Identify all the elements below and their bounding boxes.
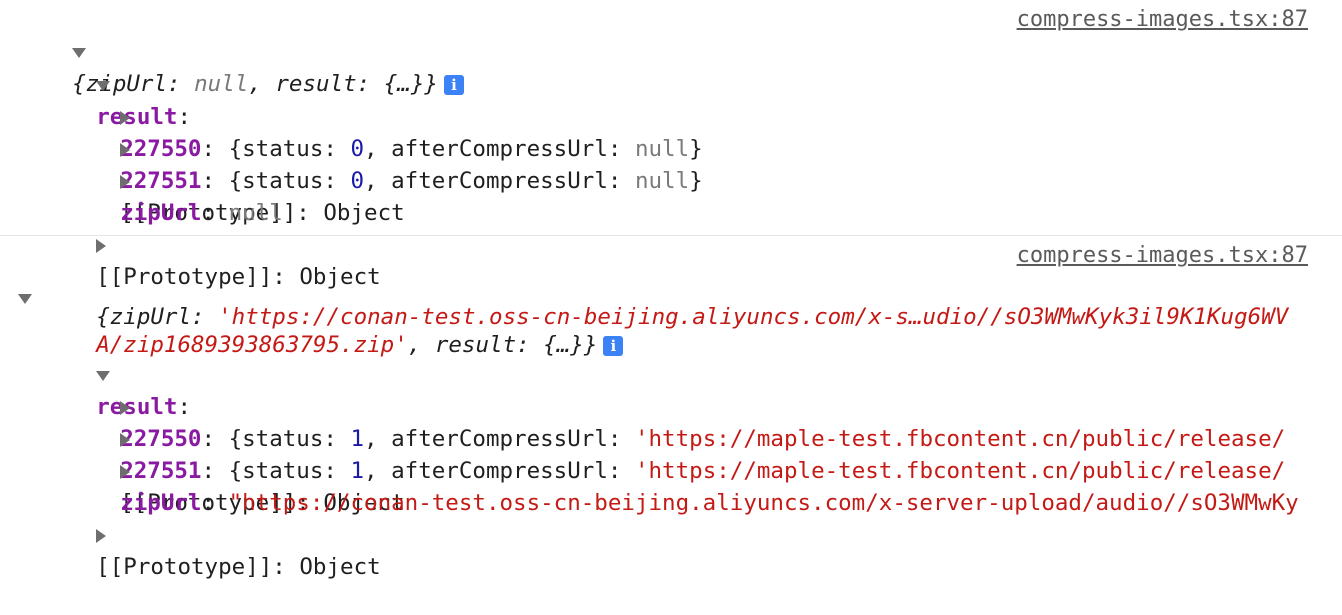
- result-row[interactable]: result:: [42, 327, 191, 420]
- prototype-row[interactable]: [[Prototype]]: Object: [42, 197, 381, 290]
- info-icon[interactable]: i: [603, 335, 624, 356]
- entry-summary-line2[interactable]: A/zip1689393863795.zip', result: {…}} i: [42, 297, 624, 358]
- source-link[interactable]: compress-images.tsx:87: [1017, 4, 1308, 36]
- prototype-row[interactable]: [[Prototype]]: Object: [42, 487, 381, 580]
- entry-divider: [0, 235, 1342, 236]
- zipurl-row: zipUrl: null: [120, 200, 283, 226]
- triangle-right-icon[interactable]: [96, 238, 107, 253]
- prototype-row[interactable]: [[Prototype]]: Object: [66, 423, 405, 516]
- prototype-row[interactable]: [[Prototype]]: Object: [66, 133, 405, 226]
- zipurl-row: zipUrl: "https://conan-test.oss-cn-beiji…: [120, 490, 1299, 516]
- result-item-row[interactable]: 227551: {status: 0, afterCompressUrl: nu…: [66, 101, 703, 194]
- result-item-row[interactable]: 227550: {status: 0, afterCompressUrl: nu…: [66, 69, 703, 162]
- triangle-right-icon[interactable]: [96, 528, 107, 543]
- result-item-row[interactable]: 227551: {status: 1, afterCompressUrl: 'h…: [66, 391, 1285, 484]
- triangle-down-icon[interactable]: [18, 294, 32, 304]
- result-item-row[interactable]: 227550: {status: 1, afterCompressUrl: 'h…: [66, 359, 1285, 452]
- entry-summary[interactable]: {zipUrl: null, result: {…}} i: [18, 4, 464, 97]
- result-row[interactable]: result:: [42, 37, 191, 130]
- source-link[interactable]: compress-images.tsx:87: [1017, 240, 1308, 272]
